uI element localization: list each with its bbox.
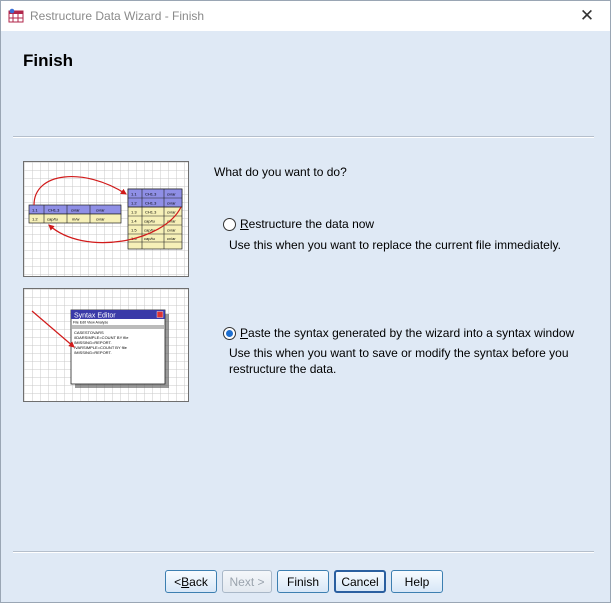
cancel-button[interactable]: Cancel [334,570,386,593]
close-icon: ✕ [579,6,595,25]
restructure-illustration: 1.1 CH1.3 cv/ar cv/ar 1.2 cap/tu m/w cv/… [23,161,189,277]
syntax-editor-title: Syntax Editor [74,313,116,320]
svg-text:cv/ar: cv/ar [71,208,80,213]
restructure-now-radio-option[interactable]: Restructure the data now [223,217,374,231]
svg-text:1.2: 1.2 [131,201,137,206]
paste-syntax-radio-option[interactable]: Paste the syntax generated by the wizard… [223,326,574,340]
svg-text:cv/ar: cv/ar [96,217,105,222]
question-text: What do you want to do? [214,165,347,179]
finish-button[interactable]: Finish [277,570,329,593]
paste-syntax-label[interactable]: Paste the syntax generated by the wizard… [240,326,574,340]
button-row: < Back Next > Finish Cancel Help [165,570,443,593]
svg-text:1.5: 1.5 [131,228,137,233]
back-button[interactable]: < Back [165,570,217,593]
svg-text:m/w: m/w [72,217,79,222]
svg-text:cv/ar: cv/ar [96,208,105,213]
syntax-illustration: Syntax Editor File Edit View Analyze CAS… [23,288,189,402]
window-title: Restructure Data Wizard - Finish [30,9,205,23]
svg-text:cv/ar: cv/ar [167,210,176,215]
restructure-wizard-window: Restructure Data Wizard - Finish ✕ Finis… [0,0,611,603]
syntax-editor-menu: File Edit View Analyze [73,321,108,325]
restructure-now-description: Use this when you want to replace the cu… [229,238,561,252]
svg-text:1.4: 1.4 [131,219,137,224]
svg-text:CH1.3: CH1.3 [145,201,157,206]
svg-text:cap/tu: cap/tu [144,236,155,241]
svg-text:1.1: 1.1 [32,208,38,213]
restructure-now-label[interactable]: Restructure the data now [240,217,374,231]
svg-text:CH1.3: CH1.3 [48,208,60,213]
svg-text:cv/ar: cv/ar [167,228,176,233]
page-title: Finish [23,51,74,70]
svg-text:cv/ar: cv/ar [167,201,176,206]
svg-text:1.1: 1.1 [131,192,137,197]
syntax-illustration-graphic: Syntax Editor File Edit View Analyze CAS… [24,289,188,401]
svg-text:cap/tu: cap/tu [47,217,58,222]
help-button[interactable]: Help [391,570,443,593]
svg-text:cap/tu: cap/tu [144,219,155,224]
paste-syntax-description: Use this when you want to save or modify… [229,346,569,376]
header-divider [13,136,594,138]
restructure-now-radio[interactable] [223,218,236,231]
paste-syntax-radio[interactable] [223,327,236,340]
long-table: 1.1 CH1.3 cv/ar 1.2 CH1.3 cv/ar 1.3 CH1.… [127,188,183,250]
svg-text:cv/ar: cv/ar [167,192,176,197]
wide-table: 1.1 CH1.3 cv/ar cv/ar 1.2 cap/tu m/w cv/… [28,204,122,224]
syntax-line: /MISSING=REPORT. [74,350,112,355]
footer-divider [13,551,594,553]
svg-text:cv/ar: cv/ar [167,236,176,241]
next-button[interactable]: Next > [222,570,272,593]
svg-text:CH1.3: CH1.3 [145,210,157,215]
svg-text:CH1.3: CH1.3 [145,192,157,197]
restructure-illustration-graphic: 1.1 CH1.3 cv/ar cv/ar 1.2 cap/tu m/w cv/… [24,162,188,276]
app-icon [8,8,24,23]
svg-text:1.3: 1.3 [131,210,137,215]
close-button[interactable]: ✕ [564,1,610,31]
title-bar: Restructure Data Wizard - Finish ✕ [1,1,610,31]
svg-text:1.2: 1.2 [32,217,38,222]
